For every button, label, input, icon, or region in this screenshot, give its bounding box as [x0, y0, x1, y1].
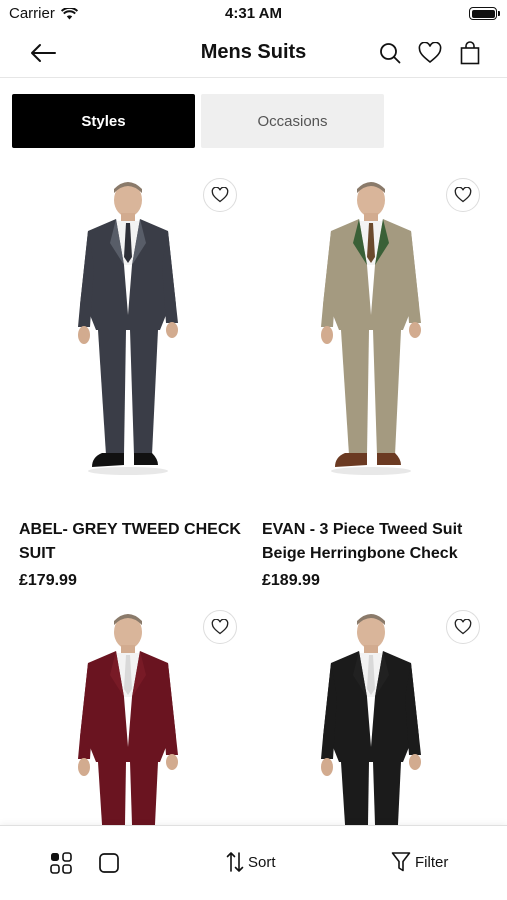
product-image[interactable] — [0, 165, 245, 510]
tab-styles[interactable]: Styles — [12, 94, 195, 148]
product-image[interactable] — [0, 597, 245, 825]
single-view-icon[interactable] — [98, 852, 120, 874]
product-image[interactable] — [243, 165, 488, 510]
heart-icon — [454, 187, 472, 203]
product-name[interactable]: ABEL- GREY TWEED CHECK SUIT — [19, 518, 245, 566]
filter-label: Filter — [415, 853, 449, 871]
product-image[interactable] — [243, 597, 488, 825]
search-button[interactable] — [377, 38, 403, 68]
nav-bar: Mens Suits — [0, 28, 507, 78]
nav-actions — [377, 38, 483, 68]
bottom-toolbar: Sort Filter — [0, 825, 507, 900]
grid-view-icon[interactable] — [50, 852, 72, 874]
product-card[interactable]: EVAN - 3 Piece Tweed Suit Beige Herringb… — [243, 165, 488, 590]
wishlist-button[interactable] — [417, 38, 443, 68]
favorite-button[interactable] — [203, 610, 237, 644]
status-time: 4:31 AM — [225, 5, 282, 22]
heart-icon — [454, 619, 472, 635]
view-toggle — [50, 852, 120, 874]
search-icon — [380, 43, 401, 64]
product-price: £179.99 — [19, 572, 77, 589]
filter-button[interactable]: Filter — [391, 851, 448, 873]
bag-button[interactable] — [457, 38, 483, 68]
sort-label: Sort — [248, 853, 276, 871]
status-bar: Carrier 4:31 AM — [0, 0, 507, 28]
product-price: £189.99 — [262, 572, 320, 589]
suit-image — [321, 182, 421, 475]
sort-icon — [226, 852, 244, 872]
product-card[interactable]: ABEL- GREY TWEED CHECK SUIT £179.99 — [0, 165, 245, 590]
shopping-bag-icon — [460, 41, 480, 65]
heart-icon — [211, 187, 229, 203]
battery-icon — [469, 7, 500, 20]
favorite-button[interactable] — [446, 178, 480, 212]
favorite-button[interactable] — [203, 178, 237, 212]
product-card[interactable] — [0, 597, 245, 825]
heart-icon — [211, 619, 229, 635]
product-card[interactable] — [243, 597, 488, 825]
product-name[interactable]: EVAN - 3 Piece Tweed Suit Beige Herringb… — [262, 518, 488, 566]
product-grid: ABEL- GREY TWEED CHECK SUIT £179.99 EVAN… — [0, 165, 507, 825]
category-tabs: Styles Occasions — [12, 94, 384, 148]
filter-icon — [391, 852, 411, 872]
suit-image — [78, 182, 178, 475]
favorite-button[interactable] — [446, 610, 480, 644]
tab-occasions[interactable]: Occasions — [201, 94, 384, 148]
sort-button[interactable]: Sort — [226, 851, 276, 873]
heart-icon — [418, 42, 442, 64]
